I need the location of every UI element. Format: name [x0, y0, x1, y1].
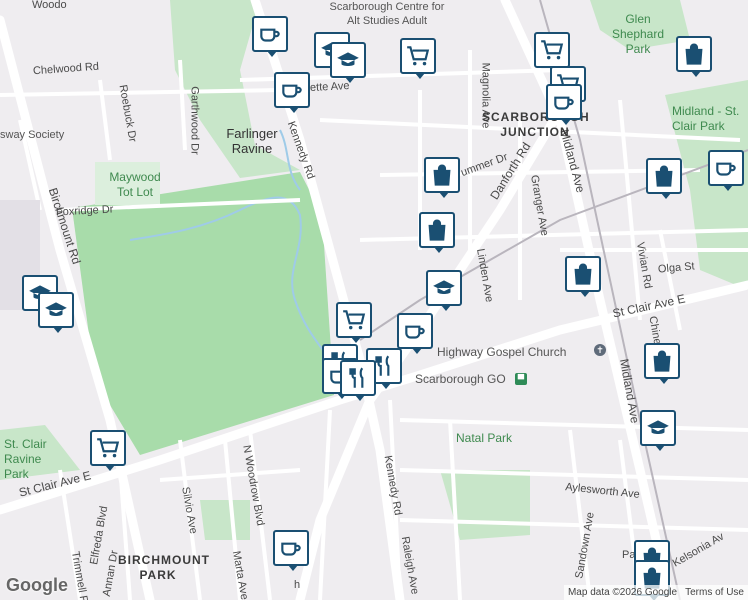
train-icon: ▀ [515, 373, 527, 385]
cafe-pin[interactable] [546, 84, 582, 125]
road-label-h: h [294, 579, 301, 591]
place-label-farlinger: Farlinger Ravine [212, 126, 292, 156]
school-pin[interactable] [640, 410, 676, 451]
google-logo: Google [6, 575, 68, 595]
shopping-bag-icon [574, 263, 592, 285]
place-name: St. Clair Ravine Park [4, 437, 47, 481]
place-label-birchmount-park: BIRCHMOUNT PARK [118, 553, 209, 583]
shopping-pin[interactable] [676, 36, 712, 77]
shopping-cart-icon [541, 40, 564, 60]
coffee-cup-icon [260, 28, 280, 42]
road-label-woodo: Woodo [32, 0, 67, 11]
grocery-pin[interactable] [90, 430, 126, 471]
poi-label-highway-gospel: Highway Gospel Church [437, 345, 567, 359]
graduation-cap-icon [337, 52, 359, 66]
place-label-natal: Natal Park [456, 431, 513, 445]
shopping-cart-icon [343, 310, 366, 330]
school-pin[interactable] [330, 42, 366, 83]
shopping-cart-icon [97, 438, 120, 458]
shopping-pin[interactable] [646, 158, 682, 199]
church-icon: ✝ [594, 344, 606, 356]
poi-label-scarborough-go: Scarborough GO [415, 372, 506, 386]
terms-link[interactable]: Terms of Use [685, 587, 744, 598]
map-attribution: Map data ©2026 Google Terms of Use [563, 585, 748, 600]
shopping-pin[interactable] [419, 212, 455, 253]
map-data-text: Map data ©2026 Google [567, 587, 678, 598]
shopping-bag-icon [685, 43, 703, 65]
road-label-garthwood: Garthwood Dr [188, 86, 201, 155]
grocery-pin[interactable] [400, 38, 436, 79]
shopping-pin[interactable] [424, 157, 460, 198]
coffee-cup-icon [281, 542, 301, 556]
restaurant-pin[interactable] [340, 360, 376, 401]
graduation-cap-icon [45, 302, 67, 316]
shopping-bag-icon [433, 164, 451, 186]
road-label-ette: ette Ave [309, 79, 350, 95]
shopping-cart-icon [407, 46, 430, 66]
place-label-maywood: Maywood Tot Lot [100, 170, 170, 200]
cafe-pin[interactable] [252, 16, 288, 57]
graduation-cap-icon [647, 420, 669, 434]
map-base-layer [0, 0, 748, 600]
place-label-st-clair-ravine: St. Clair Ravine Park [4, 437, 64, 482]
shopping-bag-icon [428, 219, 446, 241]
poi-label-ssway-society: sway Society [0, 129, 65, 141]
map-canvas[interactable]: Woodo Chelwood Rd Roebuck Dr Garthwood D… [0, 0, 748, 600]
school-pin[interactable] [426, 270, 462, 311]
cafe-pin[interactable] [708, 150, 744, 191]
shopping-bag-icon [655, 165, 673, 187]
cafe-pin[interactable] [397, 313, 433, 354]
graduation-cap-icon [433, 280, 455, 294]
coffee-cup-icon [405, 325, 425, 339]
place-name: Farlinger Ravine [226, 126, 278, 156]
poi-label-scarborough-centre: Scarborough Centre for Alt Studies Adult [322, 0, 452, 28]
coffee-cup-icon [716, 162, 736, 176]
coffee-cup-icon [282, 84, 302, 98]
place-name: Maywood Tot Lot [109, 170, 161, 199]
small-park-south [200, 500, 250, 540]
coffee-cup-icon [554, 96, 574, 110]
shopping-bag-icon [653, 350, 671, 372]
shopping-pin[interactable] [644, 343, 680, 384]
cafe-pin[interactable] [274, 72, 310, 113]
place-name: Glen Shephard Park [611, 12, 665, 56]
place-label-midland-st-clair: Midland - St. Clair Park [672, 104, 748, 134]
school-pin[interactable] [38, 292, 74, 333]
shopping-pin[interactable] [565, 256, 601, 297]
place-name: Midland - St. Clair Park [672, 104, 740, 133]
grocery-pin[interactable] [336, 302, 372, 343]
cafe-pin[interactable] [273, 530, 309, 571]
place-label-glen-shephard: Glen Shephard Park [600, 12, 676, 57]
place-name: BIRCHMOUNT PARK [118, 553, 210, 582]
grocery-pin[interactable] [534, 32, 570, 73]
place-name: Scarborough Centre for Alt Studies Adult [329, 1, 445, 27]
fork-knife-icon [349, 367, 364, 388]
